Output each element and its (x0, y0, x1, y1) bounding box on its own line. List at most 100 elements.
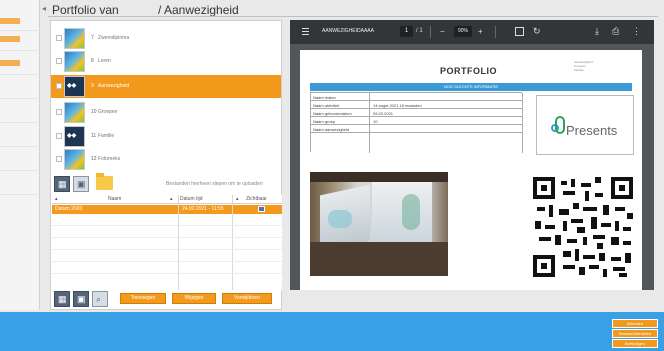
module-item[interactable]: 12 Fotoreeks (51, 148, 281, 171)
search-icon: ⌕ (96, 294, 102, 304)
document-title: PORTFOLIO (440, 66, 497, 76)
menu-icon[interactable] (302, 28, 309, 35)
zoom-in-icon[interactable]: + (478, 26, 483, 37)
pdf-filename: AANWEZIGHEIDAAAA (322, 28, 374, 34)
footer-actions: Afronden Bewaar/afdrukken Beëindigen (612, 319, 658, 349)
module-label: Aanwezigheid (98, 83, 130, 89)
page-number-input[interactable]: 1 (400, 26, 413, 37)
company-logo: Presents (536, 95, 634, 155)
cell-name: Datum 2020 (55, 206, 83, 212)
module-checkbox[interactable] (56, 156, 62, 162)
column-header-visible[interactable]: Zichtbaar (246, 196, 267, 202)
upload-hint: Bestanden hierheen slepen om te uploaden (166, 181, 263, 187)
breadcrumb-divider (48, 16, 658, 17)
field-key: Naam maker (313, 95, 336, 100)
zoom-out-icon[interactable]: − (440, 26, 445, 37)
nav-highlight[interactable] (0, 60, 20, 66)
more-icon[interactable]: ⋮ (632, 26, 641, 37)
module-label: Fotoreeks (98, 156, 121, 162)
zoom-input[interactable]: 90% (454, 26, 472, 37)
module-checkbox[interactable] (56, 58, 62, 64)
visible-checkbox[interactable] (258, 206, 265, 212)
field-row: Naam maker (311, 93, 523, 101)
column-header-datetime[interactable]: Datum tijd (180, 196, 203, 202)
module-thumbnail (64, 51, 85, 72)
module-checkbox[interactable] (56, 83, 62, 89)
module-label: Leren (98, 58, 111, 64)
column-header-name[interactable]: Naam (108, 196, 121, 202)
pdf-page: PORTFOLIO Aanwezigheid Groepen Familie N… (300, 50, 642, 290)
module-number: 12 (91, 156, 97, 162)
info-line: Familie (574, 68, 584, 72)
document-info: Aanwezigheid Groepen Familie (574, 60, 636, 72)
view-list-button[interactable]: ▦ (54, 176, 70, 192)
new-button[interactable]: Toevoegen (120, 293, 166, 304)
chevron-left-icon[interactable]: ◂ (42, 4, 46, 13)
classroom-photo (310, 172, 448, 276)
field-row: Naam aktiviteit 14 augst 2021 16 maanden (311, 101, 523, 109)
view-list-button[interactable]: ▦ (54, 291, 70, 307)
module-item[interactable]: 10 Groepen (51, 101, 281, 124)
field-value: 09.02.2021 (373, 111, 394, 116)
pdf-toolbar: AANWEZIGHEIDAAAA 1 / 1 − 90% + ↻ ⤓ ⎙ ⋮ (290, 20, 654, 44)
module-number: 10 (91, 109, 97, 115)
module-checkbox[interactable] (56, 35, 62, 41)
sort-icon[interactable]: ▴ (55, 196, 58, 202)
module-number: 11 (91, 133, 97, 139)
nav-highlight[interactable] (0, 36, 20, 42)
finish-button[interactable]: Afronden (612, 319, 658, 328)
app-window: ◂ Portfolio van / Aanwezigheid 7 Zwemdip… (0, 0, 664, 351)
search-button[interactable]: ⌕ (92, 291, 108, 307)
module-number: 8 (91, 58, 94, 64)
field-key: Naam aanwezigheid (313, 127, 350, 132)
download-icon[interactable]: ⤓ (595, 26, 599, 37)
field-key: Naam geboortedatum (313, 111, 352, 116)
field-key: Naam aktiviteit (313, 103, 340, 108)
document-fields-table: Naam maker Naam aktiviteit 14 augst 2021… (310, 92, 523, 153)
sort-icon[interactable]: ▴ (236, 196, 239, 202)
save-print-button[interactable]: Bewaar/afdrukken (612, 329, 658, 338)
module-number: 9 (91, 83, 94, 89)
rotate-icon[interactable]: ↻ (533, 26, 541, 37)
cell-datetime: 24.02.2021 - 11:55 (182, 206, 224, 212)
image-icon: ▣ (77, 294, 86, 304)
field-row: Naam aanwezigheid (311, 125, 523, 133)
fit-page-icon[interactable] (515, 27, 524, 36)
module-label: Familie (98, 133, 115, 139)
print-icon[interactable]: ⎙ (612, 26, 619, 37)
module-checkbox[interactable] (56, 109, 62, 115)
edit-button[interactable]: Wijzigen (172, 293, 216, 304)
breadcrumb-current: / Aanwezigheid (158, 3, 239, 17)
table-header: ▴ Naam ▴ Datum tijd ▴ Zichtbaar (52, 195, 282, 204)
module-item-selected[interactable]: ◆◆ 9 Aanwezigheid (51, 75, 281, 98)
module-thumbnail (64, 28, 85, 49)
logo-wordmark: Presents (566, 123, 618, 138)
view-grid-button[interactable]: ▣ (73, 291, 89, 307)
module-thumbnail (64, 149, 85, 170)
module-checkbox[interactable] (56, 133, 62, 139)
delete-button[interactable]: Verwijderen (222, 293, 272, 304)
module-item[interactable]: 8 Leren (51, 50, 281, 73)
module-number: 7 (91, 35, 94, 41)
section-header: NOG SLECHTS INFORMATIE (310, 83, 632, 91)
nav-highlight[interactable] (0, 18, 20, 24)
grid-icon: ▦ (58, 179, 67, 189)
breadcrumb-root[interactable]: Portfolio van (52, 3, 119, 17)
qr-code (533, 177, 633, 277)
module-item[interactable]: ◆◆ 11 Familie (51, 125, 281, 148)
image-icon: ▣ (77, 179, 86, 189)
table-toolbar: ▦ ▣ ⌕ Toevoegen Wijzigen Verwijderen (52, 291, 282, 309)
module-label: Zwemdiploma (98, 35, 130, 41)
field-value: 10 (373, 119, 378, 124)
field-row: Naam geboortedatum 09.02.2021 (311, 109, 523, 117)
page-total: / 1 (416, 28, 423, 34)
view-grid-button[interactable]: ▣ (73, 176, 89, 192)
entries-table: ▴ Naam ▴ Datum tijd ▴ Zichtbaar Datum 20… (52, 195, 282, 290)
table-row[interactable]: Datum 2020 24.02.2021 - 11:55 (52, 205, 282, 214)
grid-icon: ▦ (58, 294, 67, 304)
end-button[interactable]: Beëindigen (612, 339, 658, 348)
folder-icon[interactable] (96, 173, 113, 190)
sort-icon[interactable]: ▴ (170, 196, 173, 202)
module-item[interactable]: 7 Zwemdiploma (51, 27, 281, 50)
left-nav-strip (0, 0, 40, 310)
